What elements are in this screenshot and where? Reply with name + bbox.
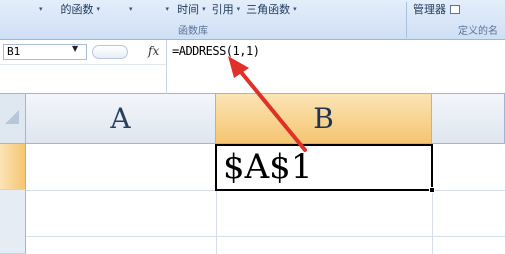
formula-bar: B1 ▼ fx =ADDRESS(1,1)	[0, 40, 505, 94]
ribbon-dropdown-3[interactable]: ▾	[126, 5, 133, 13]
ribbon-math-button[interactable]: 三角函数 ▾	[246, 1, 297, 17]
define-name-icon	[450, 4, 460, 14]
ribbon-lookup-button[interactable]: 引用 ▾	[212, 1, 241, 17]
fill-handle[interactable]	[429, 187, 435, 193]
ribbon-separator	[406, 2, 407, 38]
ribbon-row: ▾ 的函数 ▾ ▾ ▾ 时间 ▾ 引用 ▾ 三角函数 ▾	[36, 0, 297, 18]
name-manager-button[interactable]: 管理器	[413, 0, 460, 18]
row-header-1[interactable]	[0, 144, 26, 190]
ribbon-item-label: 的函数	[60, 3, 94, 16]
cell-a1[interactable]	[26, 144, 216, 190]
spreadsheet-grid: A B $A$1	[0, 94, 505, 254]
gridline	[26, 236, 505, 237]
chevron-down-icon[interactable]: ▼	[72, 44, 78, 53]
column-header-c[interactable]	[432, 94, 505, 144]
select-all-button[interactable]	[0, 94, 26, 144]
formula-bar-handle[interactable]	[92, 45, 128, 59]
defined-names-group-label: 定义的名	[458, 26, 498, 37]
column-header-b[interactable]: B	[216, 94, 432, 144]
select-all-icon	[5, 110, 19, 124]
ribbon-item-label: 时间	[177, 3, 200, 16]
formula-input[interactable]: =ADDRESS(1,1)	[172, 44, 260, 58]
ribbon-dropdown-1[interactable]: ▾	[36, 5, 43, 13]
ribbon-item-label: 引用	[211, 3, 234, 16]
insert-function-icon[interactable]: fx	[148, 44, 159, 58]
row-header-2[interactable]	[0, 190, 26, 254]
ribbon-datetime-button[interactable]: ▾ 时间 ▾	[163, 1, 206, 17]
ribbon: ▾ 的函数 ▾ ▾ ▾ 时间 ▾ 引用 ▾ 三角函数 ▾ 函数库 管理器 定义的…	[0, 0, 505, 40]
formula-controls: fx	[88, 42, 166, 62]
function-library-group-label: 函数库	[178, 26, 208, 37]
divider	[166, 40, 167, 94]
divider	[0, 64, 166, 65]
ribbon-item-label: 三角函数	[246, 3, 291, 16]
ribbon-custom-functions[interactable]: 的函数 ▾	[61, 1, 101, 17]
column-header-a[interactable]: A	[26, 94, 216, 144]
cell-b1[interactable]: $A$1	[215, 144, 433, 191]
